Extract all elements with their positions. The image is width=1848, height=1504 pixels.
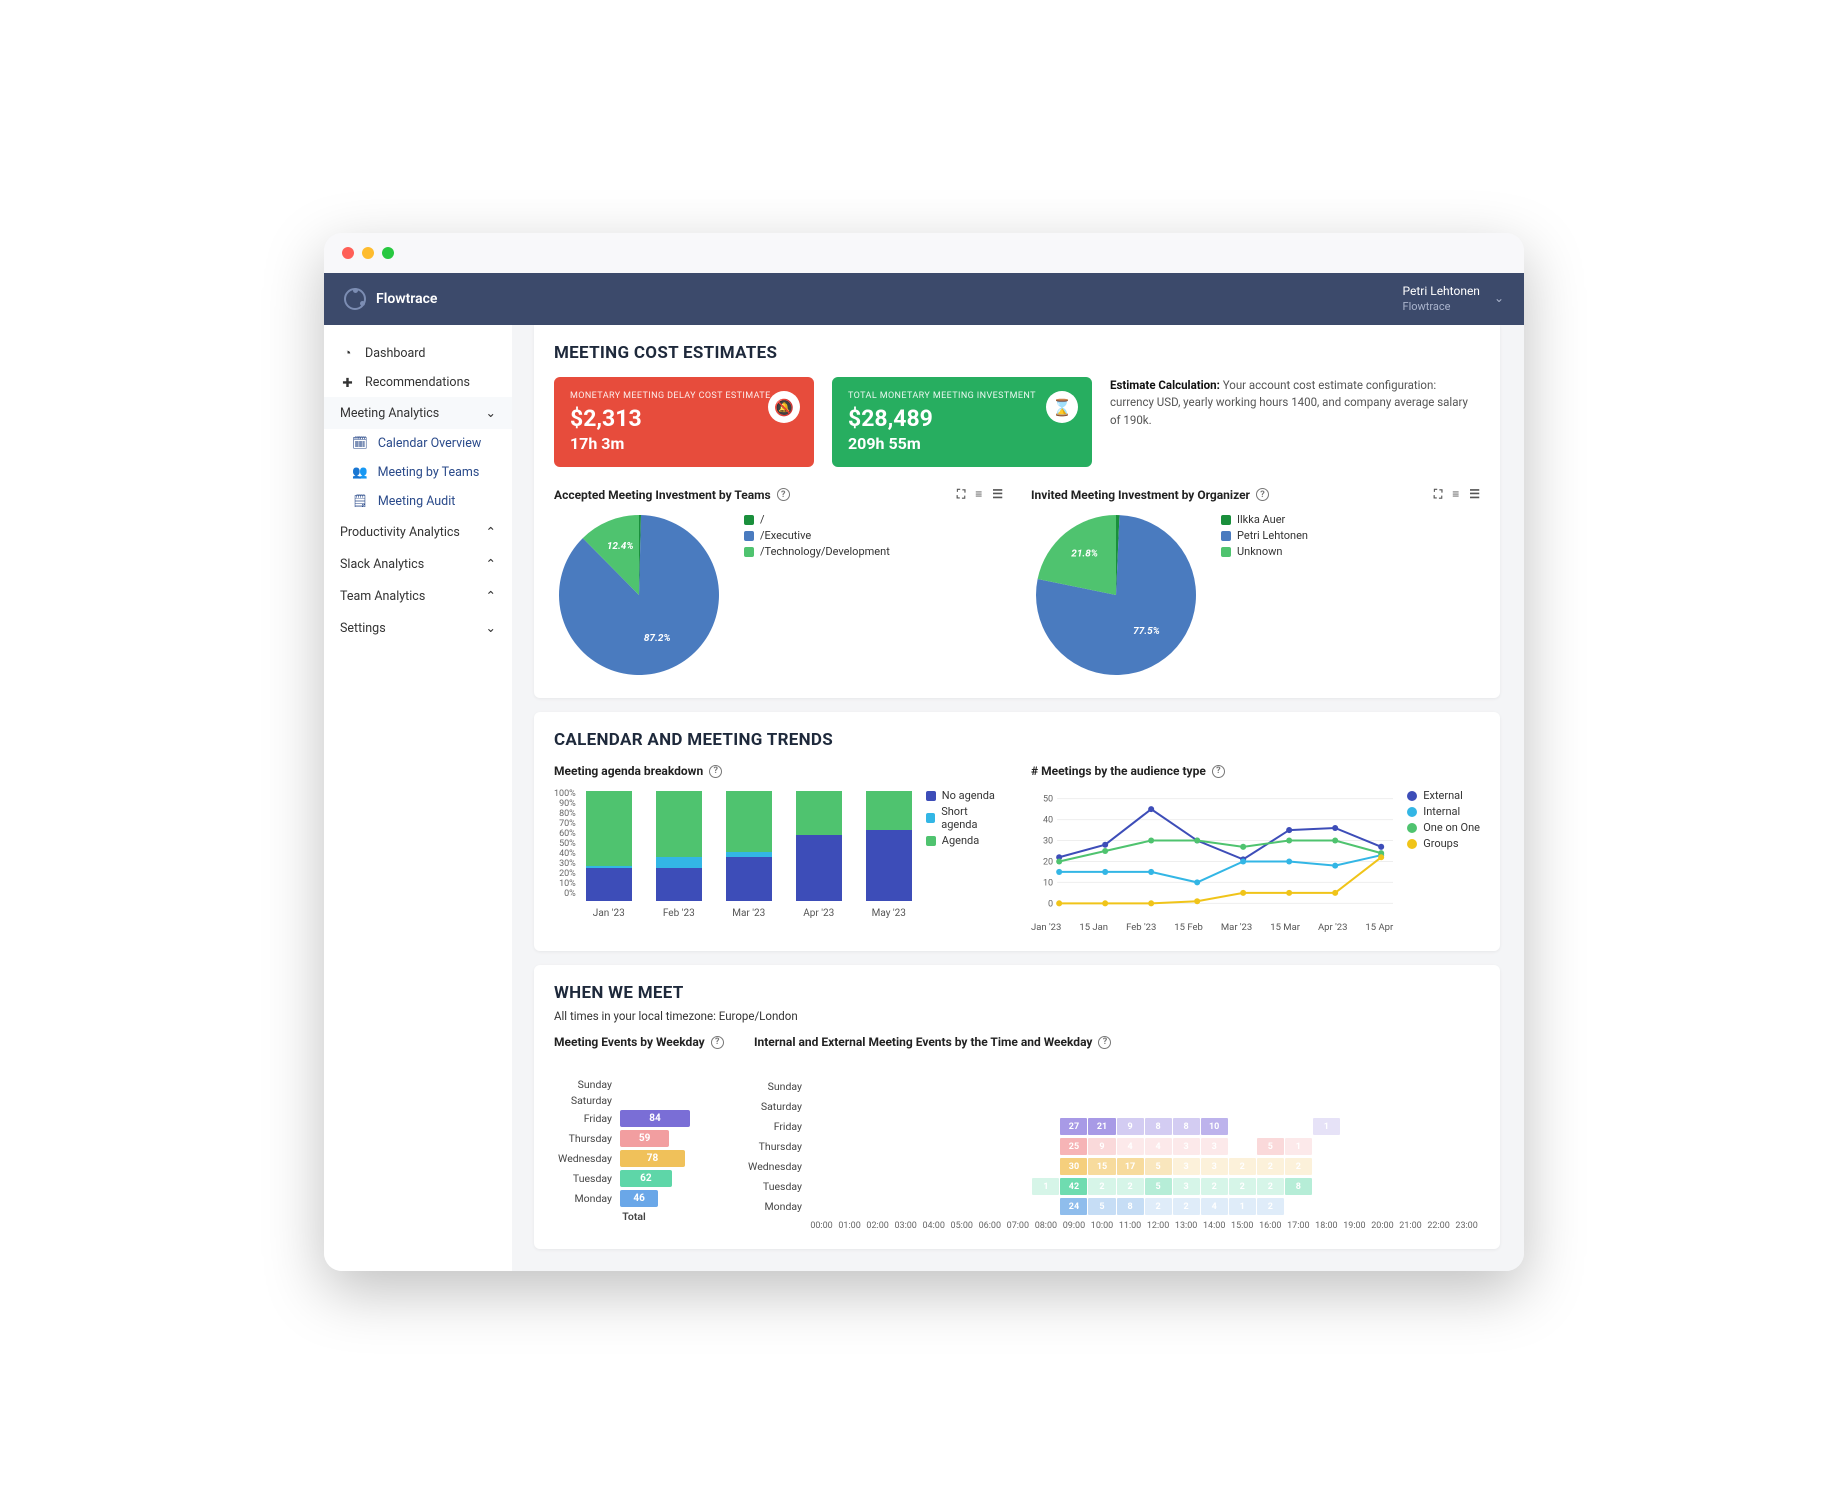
nav-dashboard[interactable]: ◔ Dashboard bbox=[324, 339, 512, 368]
plus-box-icon: ✚ bbox=[340, 375, 355, 390]
chevron-up-icon: ⌃ bbox=[486, 524, 496, 540]
help-icon[interactable]: ? bbox=[1098, 1036, 1111, 1049]
chart-title: Meeting Events by Weekday bbox=[554, 1035, 705, 1049]
nav-meeting-audit[interactable]: 🗒 Meeting Audit bbox=[324, 487, 512, 516]
user-name: Petri Lehtonen bbox=[1402, 284, 1479, 300]
calendar-icon: 🗓 bbox=[352, 436, 368, 451]
chevron-up-icon: ⌃ bbox=[486, 588, 496, 604]
svg-text:21.8%: 21.8% bbox=[1071, 549, 1098, 560]
help-icon[interactable]: ? bbox=[777, 488, 790, 501]
nav-settings[interactable]: Settings ⌄ bbox=[324, 612, 512, 644]
line-chart: 0 10 20 30 40 50 bbox=[1031, 786, 1393, 916]
svg-text:12.4%: 12.4% bbox=[607, 541, 634, 552]
brand-icon bbox=[344, 288, 366, 310]
svg-text:20: 20 bbox=[1043, 857, 1053, 867]
svg-text:77.5%: 77.5% bbox=[1133, 626, 1160, 637]
section-title: MEETING COST ESTIMATES bbox=[554, 343, 1480, 363]
estimate-note: Estimate Calculation: Your account cost … bbox=[1110, 377, 1480, 429]
nav-meeting-by-teams[interactable]: 👥 Meeting by Teams bbox=[324, 458, 512, 487]
legend: ExternalInternalOne on OneGroups bbox=[1407, 786, 1480, 933]
sidebar: ◔ Dashboard ✚ Recommendations Meeting An… bbox=[324, 325, 512, 1271]
list-icon[interactable]: ☰ bbox=[992, 487, 1003, 502]
svg-text:10: 10 bbox=[1043, 878, 1053, 888]
nav-slack-analytics[interactable]: Slack Analytics ⌃ bbox=[324, 548, 512, 580]
bell-off-icon: 🔕 bbox=[768, 391, 800, 423]
user-company: Flowtrace bbox=[1402, 300, 1479, 314]
nav-productivity-analytics[interactable]: Productivity Analytics ⌃ bbox=[324, 516, 512, 548]
list-icon[interactable]: ☰ bbox=[1469, 487, 1480, 502]
heatmap: SundaySaturdayFriday2721988101Thursday25… bbox=[744, 1075, 1480, 1231]
chart-title: # Meetings by the audience type bbox=[1031, 764, 1206, 778]
nav-meeting-analytics[interactable]: Meeting Analytics ⌄ bbox=[324, 397, 512, 429]
chart-title: Meeting agenda breakdown bbox=[554, 764, 703, 778]
x-axis-labels: Jan '2315 JanFeb '2315 FebMar '2315 MarA… bbox=[1031, 922, 1393, 933]
expand-icon[interactable]: ⛶ bbox=[1434, 487, 1442, 502]
nav-calendar-overview[interactable]: 🗓 Calendar Overview bbox=[324, 429, 512, 458]
expand-icon[interactable]: ⛶ bbox=[957, 487, 965, 502]
chart-title: Internal and External Meeting Events by … bbox=[754, 1035, 1092, 1049]
legend: No agendaShort agendaAgenda bbox=[926, 786, 1003, 901]
pie-chart-organizer: 77.5%21.8%Ilkka AuerPetri LehtonenUnknow… bbox=[1031, 510, 1480, 680]
nav-recommendations[interactable]: ✚ Recommendations bbox=[324, 368, 512, 397]
user-menu[interactable]: Petri Lehtonen Flowtrace ⌄ bbox=[1402, 284, 1504, 314]
panel-meeting-cost: MEETING COST ESTIMATES MONETARY MEETING … bbox=[534, 325, 1500, 698]
panel-trends: CALENDAR AND MEETING TRENDS Meeting agen… bbox=[534, 712, 1500, 951]
brand-label: Flowtrace bbox=[376, 291, 437, 307]
chart-title: Accepted Meeting Investment by Teams bbox=[554, 488, 771, 502]
help-icon[interactable]: ? bbox=[1212, 765, 1225, 778]
audit-icon: 🗒 bbox=[352, 494, 368, 509]
card-total-investment: TOTAL MONETARY MEETING INVESTMENT $28,48… bbox=[832, 377, 1092, 467]
sort-icon[interactable]: ≡ bbox=[1452, 487, 1459, 502]
help-icon[interactable]: ? bbox=[711, 1036, 724, 1049]
window-zoom-icon[interactable] bbox=[382, 247, 394, 259]
stacked-bar-chart: 100%90%80%70%60%50%40%30%20%10%0%Jan '23… bbox=[554, 786, 912, 901]
svg-text:30: 30 bbox=[1043, 837, 1053, 847]
svg-text:50: 50 bbox=[1043, 795, 1053, 805]
weekday-bars: SundaySaturdayFriday84Thursday59Wednesda… bbox=[554, 1075, 714, 1231]
chevron-down-icon: ⌄ bbox=[486, 405, 496, 421]
chevron-up-icon: ⌃ bbox=[486, 556, 496, 572]
chevron-down-icon: ⌄ bbox=[486, 620, 496, 636]
help-icon[interactable]: ? bbox=[709, 765, 722, 778]
sort-icon[interactable]: ≡ bbox=[975, 487, 982, 502]
gauge-icon: ◔ bbox=[340, 346, 355, 361]
brand[interactable]: Flowtrace bbox=[344, 288, 437, 310]
svg-text:0: 0 bbox=[1048, 899, 1053, 909]
svg-text:40: 40 bbox=[1043, 816, 1053, 826]
nav-team-analytics[interactable]: Team Analytics ⌃ bbox=[324, 580, 512, 612]
window-minimize-icon[interactable] bbox=[362, 247, 374, 259]
window-close-icon[interactable] bbox=[342, 247, 354, 259]
help-icon[interactable]: ? bbox=[1256, 488, 1269, 501]
pie-chart-teams: 87.2%12.4%//Executive/Technology/Develop… bbox=[554, 510, 1003, 680]
chart-title: Invited Meeting Investment by Organizer bbox=[1031, 488, 1250, 502]
app-topbar: Flowtrace Petri Lehtonen Flowtrace ⌄ bbox=[324, 273, 1524, 325]
window-titlebar bbox=[324, 233, 1524, 273]
hourglass-icon: ⌛ bbox=[1046, 391, 1078, 423]
card-delay-cost: MONETARY MEETING DELAY COST ESTIMATE $2,… bbox=[554, 377, 814, 467]
svg-text:87.2%: 87.2% bbox=[644, 633, 671, 644]
panel-when-we-meet: WHEN WE MEET All times in your local tim… bbox=[534, 965, 1500, 1249]
chevron-down-icon: ⌄ bbox=[1494, 291, 1504, 307]
timezone-note: All times in your local timezone: Europe… bbox=[554, 1009, 1480, 1023]
section-title: WHEN WE MEET bbox=[554, 983, 1480, 1003]
section-title: CALENDAR AND MEETING TRENDS bbox=[554, 730, 1480, 750]
team-icon: 👥 bbox=[352, 465, 368, 480]
